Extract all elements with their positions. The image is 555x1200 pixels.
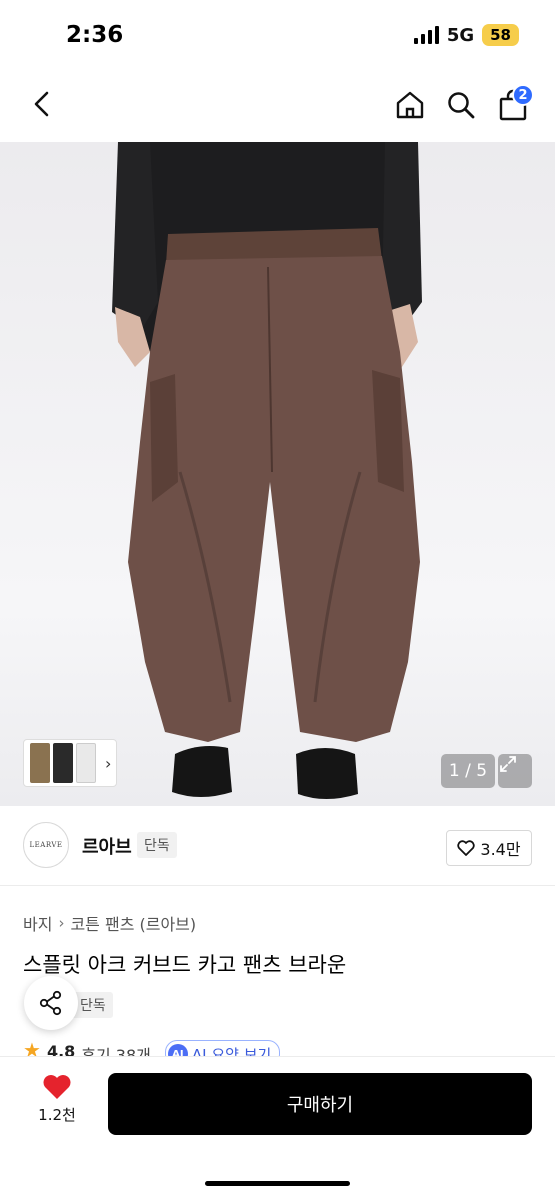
ai-icon: AI bbox=[167, 1044, 188, 1056]
thumbnail-black[interactable] bbox=[53, 743, 73, 783]
breadcrumb-subcategory[interactable]: 코튼 팬츠 (르아브) bbox=[70, 911, 196, 935]
cart-count-badge: 2 bbox=[512, 84, 534, 106]
ai-summary-label: AI 요약 보기 bbox=[191, 1045, 272, 1057]
network-label: 5G bbox=[446, 24, 475, 46]
brand-like-button[interactable]: 3.4만 bbox=[446, 830, 532, 866]
star-icon: ★ bbox=[23, 1040, 41, 1056]
heart-outline-icon bbox=[457, 840, 476, 856]
expand-image-button[interactable] bbox=[498, 754, 532, 788]
brand-exclusive-tag: 단독 bbox=[137, 832, 177, 858]
rating-value: 4.8 bbox=[46, 1042, 76, 1056]
rating-row[interactable]: ★ 4.8 후기 38개 AI AI 요약 보기 bbox=[23, 1040, 323, 1056]
chevron-right-icon: › bbox=[105, 753, 112, 773]
review-count[interactable]: 후기 38개 bbox=[81, 1042, 151, 1056]
bottom-action-bar: 1.2천 구매하기 bbox=[0, 1056, 555, 1200]
product-title: 스플릿 아크 커브드 카고 팬츠 브라운 bbox=[23, 953, 347, 977]
status-bar: 2:36 5G 58 bbox=[0, 0, 555, 72]
wishlist-button[interactable]: 1.2천 bbox=[22, 1073, 92, 1137]
heart-filled-icon bbox=[43, 1075, 71, 1099]
share-button[interactable] bbox=[24, 976, 78, 1030]
chevron-left-icon bbox=[34, 91, 49, 117]
thumbnail-strip[interactable]: › bbox=[23, 739, 117, 787]
breadcrumb-category[interactable]: 바지 bbox=[23, 911, 52, 935]
brand-name[interactable]: 르아브 bbox=[82, 833, 132, 859]
product-image-gallery[interactable]: › 1 / 5 bbox=[0, 142, 555, 806]
image-page-counter: 1 / 5 bbox=[441, 754, 495, 788]
home-button[interactable] bbox=[391, 86, 429, 124]
status-icons: 5G 58 bbox=[413, 24, 519, 46]
brand-row: LEARVE 르아브 단독 3.4만 bbox=[0, 806, 555, 886]
home-indicator[interactable] bbox=[205, 1181, 350, 1186]
share-icon bbox=[39, 990, 62, 1016]
cart-button[interactable]: 2 bbox=[494, 84, 534, 124]
search-button[interactable] bbox=[442, 86, 480, 124]
ai-summary-button[interactable]: AI AI 요약 보기 bbox=[164, 1040, 281, 1057]
thumbnail-khaki[interactable] bbox=[30, 743, 50, 783]
chevron-right-icon: › bbox=[58, 914, 65, 932]
wishlist-count: 1.2천 bbox=[38, 1106, 76, 1124]
buy-button[interactable]: 구매하기 bbox=[108, 1073, 532, 1135]
status-time: 2:36 bbox=[66, 22, 124, 48]
product-photo bbox=[112, 142, 422, 799]
brand-like-count: 3.4만 bbox=[480, 840, 521, 859]
thumbnail-white[interactable] bbox=[76, 743, 96, 783]
top-nav: 2 bbox=[0, 72, 555, 138]
back-button[interactable] bbox=[24, 86, 60, 122]
brand-logo[interactable]: LEARVE bbox=[23, 822, 69, 868]
home-icon bbox=[396, 91, 424, 119]
search-icon bbox=[448, 92, 475, 119]
breadcrumb: 바지 › 코튼 팬츠 (르아브) bbox=[23, 911, 196, 935]
battery-icon: 58 bbox=[482, 24, 519, 46]
expand-icon bbox=[500, 756, 516, 772]
signal-icon bbox=[413, 26, 439, 44]
